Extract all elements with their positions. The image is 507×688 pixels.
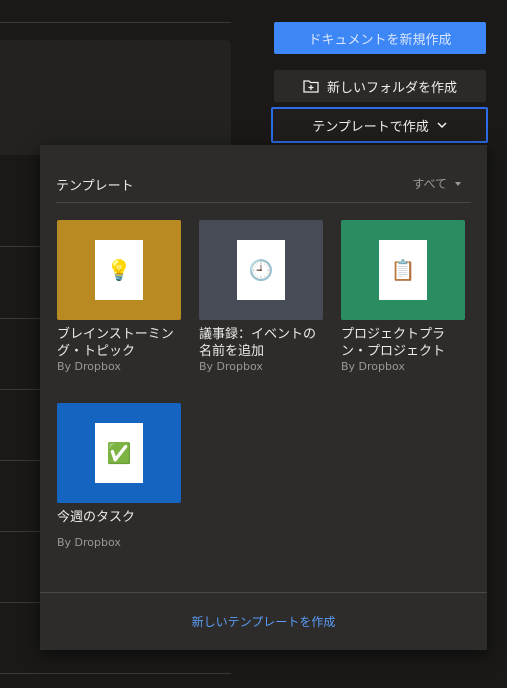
- clipboard-icon: 📋: [390, 258, 416, 282]
- template-tile[interactable]: 🕘 議事録：イベントの名前を追加 By Dropbox: [199, 220, 323, 373]
- template-thumbnail: 🕘: [199, 220, 323, 320]
- create-document-button[interactable]: ドキュメントを新規作成: [274, 22, 486, 54]
- background-divider: [0, 673, 231, 674]
- template-tile[interactable]: 💡 ブレインストーミング・トピック By Dropbox: [57, 220, 181, 373]
- template-thumbnail: 📋: [341, 220, 465, 320]
- lightbulb-icon: 💡: [106, 258, 132, 282]
- template-name: 議事録：イベントの名前を追加: [199, 327, 317, 358]
- template-filter-value: すべて: [412, 177, 447, 191]
- template-name: ブレインストーミング・トピック: [57, 327, 174, 358]
- chevron-down-icon: [437, 122, 447, 128]
- folder-plus-icon: [303, 80, 319, 93]
- template-thumbnail: ✅: [57, 403, 181, 503]
- template-paper: ✅: [95, 423, 143, 483]
- template-paper: 💡: [95, 240, 143, 300]
- template-paper: 📋: [379, 240, 427, 300]
- template-dropdown-footer: 新しいテンプレートを作成: [40, 592, 487, 650]
- template-dropdown: テンプレート すべて 💡 ブレインストーミング・トピック By Dropbox …: [40, 145, 487, 650]
- template-dropdown-title: テンプレート: [56, 179, 134, 194]
- create-from-template-button[interactable]: テンプレートで作成: [271, 107, 488, 143]
- template-tile[interactable]: 📋 プロジェクトプラン・プロジェクト By Dropbox: [341, 220, 465, 373]
- template-name: プロジェクトプラン・プロジェクト: [341, 327, 446, 358]
- caret-down-icon: [455, 181, 461, 186]
- template-author: By Dropbox: [57, 536, 121, 549]
- new-folder-button[interactable]: 新しいフォルダを作成: [274, 70, 486, 102]
- template-dropdown-header: テンプレート すべて: [56, 145, 471, 203]
- template-paper: 🕘: [237, 240, 285, 300]
- template-filter-select[interactable]: すべて: [412, 175, 461, 192]
- checkmark-icon: ✅: [106, 441, 132, 465]
- template-thumbnail: 💡: [57, 220, 181, 320]
- new-folder-label: 新しいフォルダを作成: [326, 80, 457, 96]
- background-card: [0, 40, 231, 155]
- create-new-template-link[interactable]: 新しいテンプレートを作成: [192, 613, 336, 630]
- template-tile[interactable]: ✅ 今週のタスク By Dropbox: [57, 403, 181, 549]
- create-from-template-label: テンプレートで作成: [312, 119, 429, 135]
- template-author: By Dropbox: [57, 360, 121, 373]
- template-author: By Dropbox: [341, 360, 405, 373]
- template-author: By Dropbox: [199, 360, 263, 373]
- background-divider: [0, 22, 231, 23]
- template-name: 今週のタスク: [57, 510, 136, 525]
- clock-icon: 🕘: [248, 258, 274, 282]
